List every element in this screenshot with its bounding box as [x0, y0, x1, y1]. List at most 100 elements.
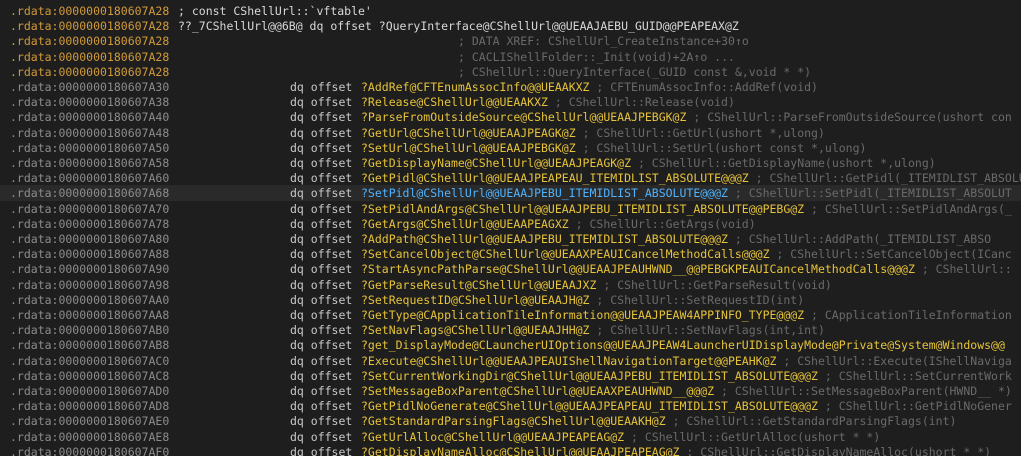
- symbol-name[interactable]: ?GetArgs@CShellUrl@@UEAAPEAGXZ: [361, 217, 569, 231]
- listing-line[interactable]: .rdata:0000000180607A38 dq offset ?Release…: [0, 94, 1021, 110]
- symbol-name[interactable]: ?GetPidlNoGenerate@CShellUrl@@UEAAJPEAPE…: [361, 399, 818, 413]
- listing-line[interactable]: .rdata:0000000180607AE8 dq offset ?GetUrlA…: [0, 429, 1021, 445]
- symbol-name[interactable]: ?SetMessageBoxParent@CShellUrl@@UEAAXPEA…: [361, 384, 714, 398]
- address[interactable]: .rdata:0000000180607AE0: [10, 413, 169, 429]
- listing-line[interactable]: .rdata:0000000180607A90 dq offset ?StartAs…: [0, 261, 1021, 277]
- address[interactable]: .rdata:0000000180607AC0: [10, 353, 169, 369]
- address[interactable]: .rdata:0000000180607A78: [10, 216, 169, 232]
- address[interactable]: .rdata:0000000180607A50: [10, 140, 169, 156]
- symbol-link[interactable]: ?SetNavFlags@CShellUrl@@UEAAJHH@Z ; CShe…: [361, 322, 825, 338]
- listing-line[interactable]: .rdata:0000000180607A30 dq offset ?AddRef@…: [0, 79, 1021, 95]
- symbol-link[interactable]: ?SetCancelObject@CShellUrl@@UEAAXPEAUICa…: [361, 246, 1012, 262]
- listing-line[interactable]: .rdata:0000000180607AD8 dq offset ?GetPidl…: [0, 398, 1021, 414]
- symbol-link[interactable]: ?GetDisplayName@CShellUrl@@UEAAJPEAGK@Z …: [361, 155, 936, 171]
- symbol-link[interactable]: ?AddRef@CFTEnumAssocInfo@@UEAAKXZ ; CFTE…: [361, 79, 818, 95]
- address[interactable]: .rdata:0000000180607AD8: [10, 398, 169, 414]
- listing-line[interactable]: .rdata:0000000180607AA8 dq offset ?GetType…: [0, 307, 1021, 323]
- symbol-name[interactable]: ?SetRequestID@CShellUrl@@UEAAJH@Z: [361, 293, 589, 307]
- vftable-header-text[interactable]: ??_7CShellUrl@@6B@ dq offset ?QueryInter…: [178, 18, 739, 34]
- symbol-link[interactable]: ?GetType@CApplicationTileInformation@@UE…: [361, 307, 1012, 323]
- listing-line[interactable]: .rdata:0000000180607A60 dq offset ?GetPidl…: [0, 170, 1021, 186]
- address[interactable]: .rdata:0000000180607A28: [10, 18, 169, 34]
- symbol-name[interactable]: ?Execute@CShellUrl@@UEAAJPEAUIShellNavig…: [361, 354, 776, 368]
- symbol-link[interactable]: ?GetStandardParsingFlags@CShellUrl@@UEAA…: [361, 413, 956, 429]
- symbol-name[interactable]: ?SetPidl@CShellUrl@@UEAAJPEBU_ITEMIDLIST…: [361, 186, 728, 200]
- symbol-link[interactable]: ?SetCurrentWorkingDir@CShellUrl@@UEAAJPE…: [361, 368, 1012, 384]
- symbol-name[interactable]: ?GetType@CApplicationTileInformation@@UE…: [361, 308, 804, 322]
- symbol-name[interactable]: ?GetPidl@CShellUrl@@UEAAJPEAPEAU_ITEMIDL…: [361, 171, 749, 185]
- listing-line[interactable]: .rdata:0000000180607AF0 dq offset ?GetDisp…: [0, 444, 1021, 456]
- address[interactable]: .rdata:0000000180607A68: [10, 185, 169, 201]
- listing-line[interactable]: .rdata:0000000180607A78 dq offset ?GetArgs…: [0, 216, 1021, 232]
- listing-line[interactable]: .rdata:0000000180607AB0 dq offset ?SetNavF…: [0, 322, 1021, 338]
- address[interactable]: .rdata:0000000180607AC8: [10, 368, 169, 384]
- address[interactable]: .rdata:0000000180607AB8: [10, 337, 169, 353]
- symbol-link[interactable]: ?GetParseResult@CShellUrl@@UEAAJXZ ; CSh…: [361, 277, 832, 293]
- symbol-link[interactable]: ?ParseFromOutsideSource@CShellUrl@@UEAAJ…: [361, 109, 1012, 125]
- listing-line[interactable]: .rdata:0000000180607A28 ; const CShellUrl…: [0, 3, 1021, 19]
- address[interactable]: .rdata:0000000180607A60: [10, 170, 169, 186]
- symbol-name[interactable]: ?SetCancelObject@CShellUrl@@UEAAXPEAUICa…: [361, 247, 770, 261]
- listing-line[interactable]: .rdata:0000000180607A28 ; DATA XREF: CShe…: [0, 33, 1021, 49]
- symbol-link[interactable]: ?SetRequestID@CShellUrl@@UEAAJH@Z ; CShe…: [361, 292, 804, 308]
- address[interactable]: .rdata:0000000180607A80: [10, 231, 169, 247]
- listing-line[interactable]: .rdata:0000000180607A68 dq offset ?SetPidl…: [0, 185, 1021, 202]
- address[interactable]: .rdata:0000000180607A40: [10, 109, 169, 125]
- symbol-name[interactable]: ?GetUrlAlloc@CShellUrl@@UEAAJPEAPEAG@Z: [361, 430, 624, 444]
- address[interactable]: .rdata:0000000180607A28: [10, 33, 169, 49]
- disassembly-listing[interactable]: .rdata:0000000180607A28 ; const CShellUrl…: [0, 0, 1021, 456]
- symbol-link[interactable]: ?GetUrl@CShellUrl@@UEAAJPEAGK@Z ; CShell…: [361, 125, 825, 141]
- symbol-link[interactable]: ?Execute@CShellUrl@@UEAAJPEAUIShellNavig…: [361, 353, 1012, 369]
- symbol-link[interactable]: ?GetDisplayNameAlloc@CShellUrl@@UEAAJPEA…: [361, 444, 991, 456]
- symbol-link[interactable]: ?SetMessageBoxParent@CShellUrl@@UEAAXPEA…: [361, 383, 1012, 399]
- listing-line[interactable]: .rdata:0000000180607AD0 dq offset ?SetMess…: [0, 383, 1021, 399]
- listing-line[interactable]: .rdata:0000000180607A28 ??_7CShellUrl@@6B…: [0, 18, 1021, 34]
- vftable-header-text[interactable]: ; const CShellUrl::`vftable': [178, 3, 372, 19]
- address[interactable]: .rdata:0000000180607A88: [10, 246, 169, 262]
- symbol-link[interactable]: ?SetPidlAndArgs@CShellUrl@@UEAAJPEBU_ITE…: [361, 201, 1012, 217]
- listing-line[interactable]: .rdata:0000000180607A58 dq offset ?GetDisp…: [0, 155, 1021, 171]
- address[interactable]: .rdata:0000000180607A58: [10, 155, 169, 171]
- symbol-link[interactable]: ?Release@CShellUrl@@UEAAKXZ ; CShellUrl:…: [361, 94, 735, 110]
- address[interactable]: .rdata:0000000180607A38: [10, 94, 169, 110]
- symbol-link[interactable]: ?StartAsyncPathParse@CShellUrl@@UEAAJPEA…: [361, 261, 1012, 277]
- symbol-name[interactable]: ?SetNavFlags@CShellUrl@@UEAAJHH@Z: [361, 323, 589, 337]
- symbol-name[interactable]: ?AddRef@CFTEnumAssocInfo@@UEAAKXZ: [361, 80, 589, 94]
- address[interactable]: .rdata:0000000180607A28: [10, 64, 169, 80]
- symbol-name[interactable]: ?SetUrl@CShellUrl@@UEAAJPEBGK@Z: [361, 141, 576, 155]
- listing-line[interactable]: .rdata:0000000180607A28 ; CACLIShellFolde…: [0, 49, 1021, 65]
- symbol-link[interactable]: ?SetUrl@CShellUrl@@UEAAJPEBGK@Z ; CShell…: [361, 140, 866, 156]
- address[interactable]: .rdata:0000000180607AD0: [10, 383, 169, 399]
- symbol-name[interactable]: ?GetDisplayNameAlloc@CShellUrl@@UEAAJPEA…: [361, 445, 680, 456]
- symbol-name[interactable]: ?ParseFromOutsideSource@CShellUrl@@UEAAJ…: [361, 110, 686, 124]
- symbol-name[interactable]: ?GetUrl@CShellUrl@@UEAAJPEAGK@Z: [361, 126, 576, 140]
- symbol-name[interactable]: ?get_DisplayMode@CLauncherUIOptions@@UEA…: [361, 338, 1005, 352]
- address[interactable]: .rdata:0000000180607AE8: [10, 429, 169, 445]
- listing-line[interactable]: .rdata:0000000180607A88 dq offset ?SetCanc…: [0, 246, 1021, 262]
- listing-line[interactable]: .rdata:0000000180607AB8 dq offset ?get_Dis…: [0, 337, 1021, 353]
- symbol-link[interactable]: ?GetUrlAlloc@CShellUrl@@UEAAJPEAPEAG@Z ;…: [361, 429, 880, 445]
- symbol-name[interactable]: ?GetStandardParsingFlags@CShellUrl@@UEAA…: [361, 414, 666, 428]
- symbol-name[interactable]: ?GetParseResult@CShellUrl@@UEAAJXZ: [361, 278, 596, 292]
- listing-line[interactable]: .rdata:0000000180607AA0 dq offset ?SetRequ…: [0, 292, 1021, 308]
- address[interactable]: .rdata:0000000180607A30: [10, 79, 169, 95]
- symbol-name[interactable]: ?SetPidlAndArgs@CShellUrl@@UEAAJPEBU_ITE…: [361, 202, 804, 216]
- address[interactable]: .rdata:0000000180607AF0: [10, 444, 169, 456]
- symbol-link[interactable]: ?SetPidl@CShellUrl@@UEAAJPEBU_ITEMIDLIST…: [361, 185, 1012, 201]
- listing-line[interactable]: .rdata:0000000180607A50 dq offset ?SetUrl@…: [0, 140, 1021, 156]
- symbol-link[interactable]: ?GetPidl@CShellUrl@@UEAAJPEAPEAU_ITEMIDL…: [361, 170, 1021, 186]
- symbol-link[interactable]: ?GetArgs@CShellUrl@@UEAAPEAGXZ ; CShellU…: [361, 216, 756, 232]
- listing-line[interactable]: .rdata:0000000180607A28 ; CShellUrl::Quer…: [0, 64, 1021, 80]
- listing-line[interactable]: .rdata:0000000180607A98 dq offset ?GetPars…: [0, 277, 1021, 293]
- address[interactable]: .rdata:0000000180607A28: [10, 49, 169, 65]
- address[interactable]: .rdata:0000000180607A28: [10, 3, 169, 19]
- address[interactable]: .rdata:0000000180607A48: [10, 125, 169, 141]
- symbol-link[interactable]: ?GetPidlNoGenerate@CShellUrl@@UEAAJPEAPE…: [361, 398, 1012, 414]
- address[interactable]: .rdata:0000000180607A70: [10, 201, 169, 217]
- symbol-name[interactable]: ?GetDisplayName@CShellUrl@@UEAAJPEAGK@Z: [361, 156, 631, 170]
- address[interactable]: .rdata:0000000180607A98: [10, 277, 169, 293]
- listing-line[interactable]: .rdata:0000000180607AC0 dq offset ?Execute…: [0, 353, 1021, 369]
- listing-line[interactable]: .rdata:0000000180607A40 dq offset ?ParseFr…: [0, 109, 1021, 125]
- address[interactable]: .rdata:0000000180607AA8: [10, 307, 169, 323]
- symbol-link[interactable]: ?AddPath@CShellUrl@@UEAAJPEBU_ITEMIDLIST…: [361, 231, 991, 247]
